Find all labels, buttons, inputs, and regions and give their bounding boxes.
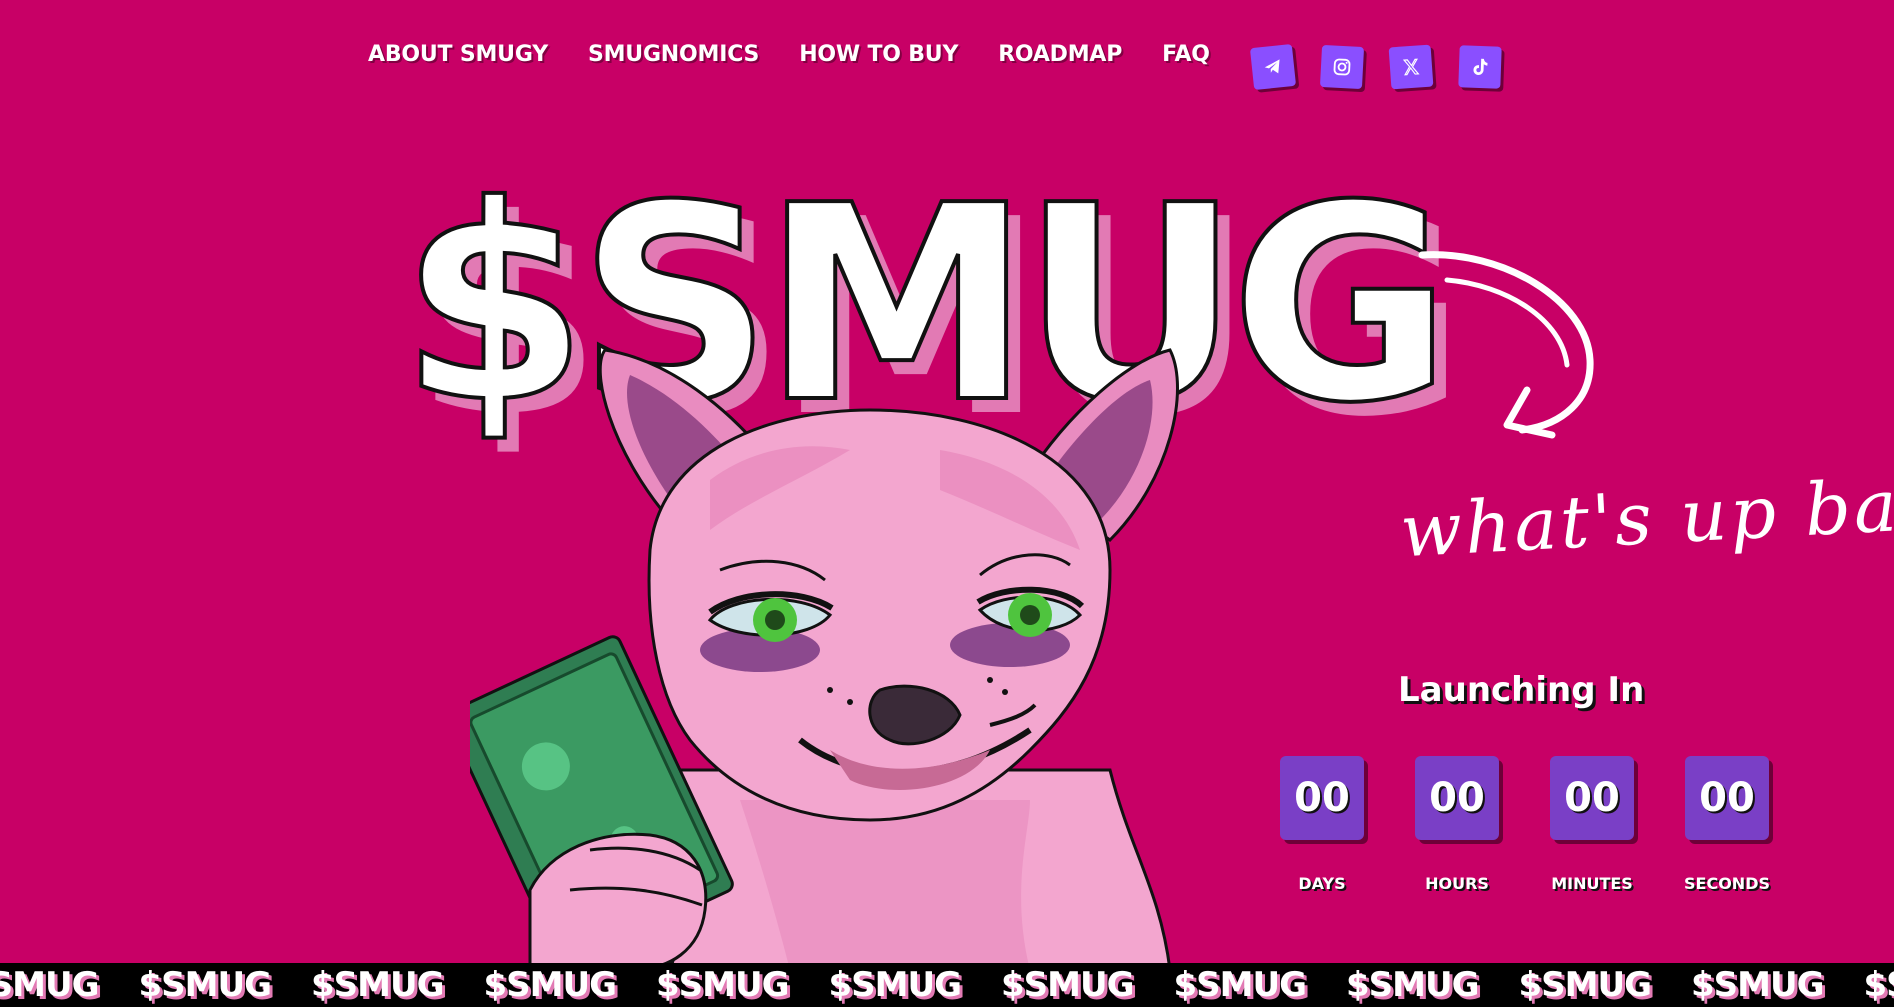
- instagram-button[interactable]: [1319, 44, 1365, 90]
- countdown-seconds-value: 00: [1699, 775, 1755, 821]
- ticker-item: $SMUG: [1518, 965, 1652, 1005]
- countdown-minutes: 00 MINUTES: [1550, 756, 1634, 893]
- main-nav: ABOUT SMUGY SMUGNOMICS HOW TO BUY ROADMA…: [368, 42, 1210, 67]
- countdown-seconds: 00 SECONDS: [1684, 756, 1770, 893]
- countdown-minutes-box: 00: [1550, 756, 1634, 840]
- countdown-seconds-label: SECONDS: [1684, 874, 1770, 893]
- nav-about-smugy[interactable]: ABOUT SMUGY: [368, 42, 548, 67]
- hero-tagline: what's up bae: [1398, 460, 1894, 574]
- smug-chihuahua-illustration: [470, 348, 1179, 970]
- countdown-days-value: 00: [1294, 775, 1350, 821]
- ticker-item: $SMUG: [311, 965, 444, 1005]
- ticker-item: $SMUG: [0, 965, 99, 1005]
- x-button[interactable]: [1388, 44, 1434, 90]
- tiktok-icon: [1473, 58, 1488, 76]
- ticker-item: $SMUG: [1346, 965, 1479, 1005]
- countdown-days-label: DAYS: [1298, 874, 1346, 893]
- instagram-icon: [1333, 58, 1351, 76]
- ticker-item: $SMUG: [1691, 965, 1824, 1005]
- countdown-timer: 00 DAYS 00 HOURS 00 MINUTES 00 SECONDS: [1280, 756, 1770, 893]
- countdown-hours-box: 00: [1415, 756, 1499, 840]
- countdown-seconds-box: 00: [1685, 756, 1769, 840]
- ticker-track: $SMUG $SMUG $SMUG $SMUG $SMUG $SMUG $SMU…: [0, 965, 1894, 1005]
- ticker-item: $SMUG: [656, 965, 789, 1005]
- nav-roadmap[interactable]: ROADMAP: [998, 42, 1122, 67]
- nav-how-to-buy[interactable]: HOW TO BUY: [799, 42, 958, 67]
- countdown-days-box: 00: [1280, 756, 1364, 840]
- ticker-item: $SMUG: [828, 965, 962, 1005]
- nav-faq[interactable]: FAQ: [1162, 42, 1210, 67]
- ticker-item: $SMUG: [1173, 965, 1307, 1005]
- countdown-minutes-label: MINUTES: [1551, 874, 1633, 893]
- ticker-banner: $SMUG $SMUG $SMUG $SMUG $SMUG $SMUG $SMU…: [0, 963, 1894, 1007]
- countdown-hours-value: 00: [1429, 775, 1485, 821]
- ticker-item: $SMUG: [1001, 965, 1134, 1005]
- countdown-days: 00 DAYS: [1280, 756, 1364, 893]
- curved-arrow-icon: [1418, 251, 1594, 439]
- countdown-heading: Launching In: [1398, 670, 1645, 710]
- x-icon: [1402, 58, 1420, 76]
- social-links: [1249, 43, 1502, 91]
- nav-smugnomics[interactable]: SMUGNOMICS: [588, 42, 759, 67]
- ticker-item: $SMUG: [483, 965, 617, 1005]
- telegram-icon: [1264, 59, 1280, 74]
- ticker-item: $SMUG: [138, 965, 272, 1005]
- countdown-minutes-value: 00: [1564, 775, 1620, 821]
- countdown-hours-label: HOURS: [1425, 874, 1489, 893]
- countdown-hours: 00 HOURS: [1415, 756, 1499, 893]
- telegram-button[interactable]: [1249, 43, 1297, 91]
- ticker-item: $SMUG: [1863, 965, 1894, 1005]
- tiktok-button[interactable]: [1458, 45, 1502, 89]
